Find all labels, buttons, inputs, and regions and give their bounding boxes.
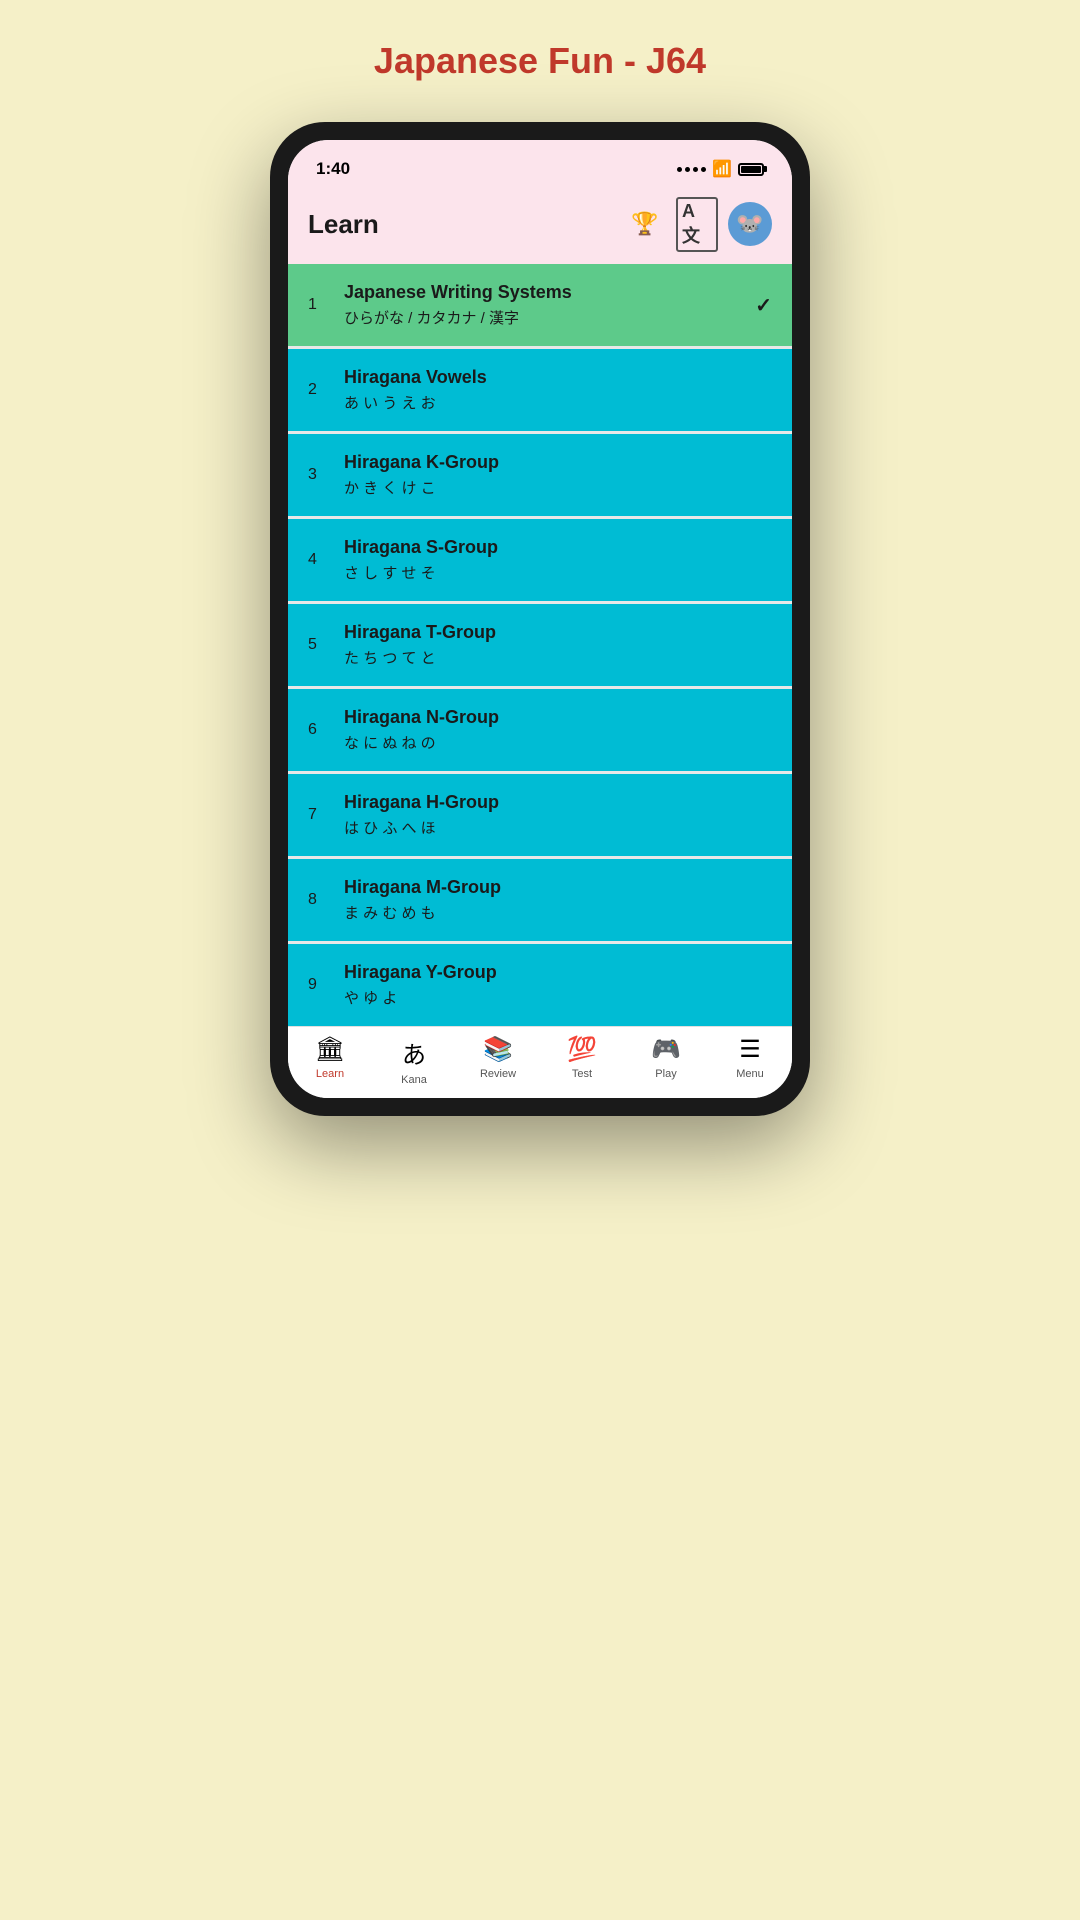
lesson-subtitle: や ゆ よ	[344, 987, 772, 1008]
lesson-content: Hiragana S-Group さ し す せ そ	[344, 537, 772, 583]
battery-icon	[738, 163, 764, 176]
lesson-item[interactable]: 1 Japanese Writing Systems ひらがな / カタカナ / 漢…	[288, 264, 792, 346]
lesson-number: 3	[308, 466, 336, 484]
lesson-item[interactable]: 4 Hiragana S-Group さ し す せ そ	[288, 519, 792, 601]
lesson-number: 2	[308, 381, 336, 399]
lesson-subtitle: ま み む め も	[344, 902, 772, 923]
lesson-content: Hiragana H-Group は ひ ふ へ ほ	[344, 792, 772, 838]
lesson-number: 6	[308, 721, 336, 739]
lesson-number: 9	[308, 976, 336, 994]
lesson-content: Hiragana M-Group ま み む め も	[344, 877, 772, 923]
status-time: 1:40	[316, 159, 350, 179]
lesson-name: Japanese Writing Systems	[344, 282, 755, 303]
lesson-item[interactable]: 6 Hiragana N-Group な に ぬ ね の	[288, 689, 792, 771]
nav-label-kana: Kana	[401, 1074, 427, 1086]
page-title: Japanese Fun - J64	[374, 40, 706, 82]
nav-item-play[interactable]: 🎮 Play	[624, 1035, 708, 1086]
lesson-name: Hiragana T-Group	[344, 622, 772, 643]
lesson-number: 5	[308, 636, 336, 654]
lesson-name: Hiragana S-Group	[344, 537, 772, 558]
lesson-content: Hiragana T-Group た ち つ て と	[344, 622, 772, 668]
bottom-nav: 🏛 Learn あ Kana 📚 Review 💯 Test 🎮 Play ☰ Menu	[288, 1026, 792, 1098]
nav-label-test: Test	[572, 1068, 592, 1080]
header-actions: 🏆 A文 🐭	[624, 202, 772, 246]
lesson-content: Hiragana Y-Group や ゆ よ	[344, 962, 772, 1008]
phone-screen: 1:40 📶 Learn 🏆	[288, 140, 792, 1098]
lesson-item[interactable]: 2 Hiragana Vowels あ い う え お	[288, 349, 792, 431]
lesson-number: 1	[308, 296, 336, 314]
lesson-name: Hiragana Vowels	[344, 367, 772, 388]
lesson-item[interactable]: 9 Hiragana Y-Group や ゆ よ	[288, 944, 792, 1026]
nav-item-learn[interactable]: 🏛 Learn	[288, 1035, 372, 1086]
app-header: Learn 🏆 A文 🐭	[288, 192, 792, 264]
nav-icon-learn: 🏛	[315, 1035, 345, 1064]
nav-label-learn: Learn	[316, 1068, 344, 1080]
nav-icon-kana: あ	[402, 1035, 426, 1070]
trophy-button[interactable]: 🏆	[624, 203, 666, 245]
trophy-icon: 🏆	[631, 211, 658, 237]
translate-button[interactable]: A文	[676, 203, 718, 245]
lesson-subtitle: は ひ ふ へ ほ	[344, 817, 772, 838]
lesson-content: Hiragana N-Group な に ぬ ね の	[344, 707, 772, 753]
lesson-list: 1 Japanese Writing Systems ひらがな / カタカナ / 漢…	[288, 264, 792, 1026]
status-bar: 1:40 📶	[288, 140, 792, 192]
lesson-content: Japanese Writing Systems ひらがな / カタカナ / 漢字	[344, 282, 755, 328]
translate-icon: A文	[676, 197, 718, 252]
lesson-number: 7	[308, 806, 336, 824]
nav-item-test[interactable]: 💯 Test	[540, 1035, 624, 1086]
lesson-item[interactable]: 3 Hiragana K-Group か き く け こ	[288, 434, 792, 516]
avatar-button[interactable]: 🐭	[728, 202, 772, 246]
lesson-name: Hiragana H-Group	[344, 792, 772, 813]
lesson-name: Hiragana N-Group	[344, 707, 772, 728]
nav-icon-play: 🎮	[651, 1035, 681, 1064]
lesson-number: 4	[308, 551, 336, 569]
lesson-subtitle: か き く け こ	[344, 477, 772, 498]
lesson-item[interactable]: 5 Hiragana T-Group た ち つ て と	[288, 604, 792, 686]
nav-item-kana[interactable]: あ Kana	[372, 1035, 456, 1086]
lesson-content: Hiragana K-Group か き く け こ	[344, 452, 772, 498]
header-title: Learn	[308, 209, 379, 240]
wifi-icon: 📶	[712, 159, 732, 179]
phone-frame: 1:40 📶 Learn 🏆	[270, 122, 810, 1116]
signal-dots-icon	[677, 167, 706, 172]
lesson-content: Hiragana Vowels あ い う え お	[344, 367, 772, 413]
lesson-subtitle: な に ぬ ね の	[344, 732, 772, 753]
lesson-subtitle: た ち つ て と	[344, 647, 772, 668]
lesson-subtitle: あ い う え お	[344, 392, 772, 413]
nav-icon-test: 💯	[567, 1035, 597, 1064]
lesson-subtitle: ひらがな / カタカナ / 漢字	[344, 307, 755, 328]
nav-label-review: Review	[480, 1068, 516, 1080]
nav-icon-menu: ☰	[739, 1035, 761, 1064]
nav-label-menu: Menu	[736, 1068, 764, 1080]
status-icons: 📶	[677, 159, 764, 179]
lesson-item[interactable]: 7 Hiragana H-Group は ひ ふ へ ほ	[288, 774, 792, 856]
nav-icon-review: 📚	[483, 1035, 513, 1064]
avatar-icon: 🐭	[736, 211, 763, 237]
lesson-checkmark-icon: ✓	[755, 293, 772, 318]
nav-item-review[interactable]: 📚 Review	[456, 1035, 540, 1086]
lesson-name: Hiragana K-Group	[344, 452, 772, 473]
nav-label-play: Play	[655, 1068, 676, 1080]
nav-item-menu[interactable]: ☰ Menu	[708, 1035, 792, 1086]
lesson-subtitle: さ し す せ そ	[344, 562, 772, 583]
lesson-name: Hiragana M-Group	[344, 877, 772, 898]
lesson-number: 8	[308, 891, 336, 909]
lesson-item[interactable]: 8 Hiragana M-Group ま み む め も	[288, 859, 792, 941]
lesson-name: Hiragana Y-Group	[344, 962, 772, 983]
